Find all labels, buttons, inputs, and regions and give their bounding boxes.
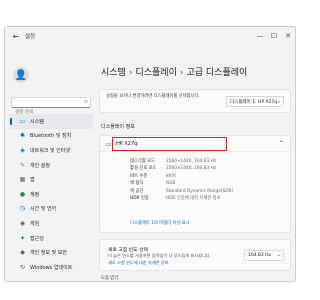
sidebar-item-label: 개인 정보 및 보안 <box>30 250 67 257</box>
sidebar-item[interactable]: ▭ 시스템 <box>9 114 93 129</box>
display-info-value: 2560×1440, 164.83 Hz <box>166 166 217 172</box>
maximize-button[interactable]: ☐ <box>267 27 281 45</box>
help-link[interactable]: 도움 받기 <box>101 275 118 281</box>
sidebar-item[interactable]: ✦ 접근성 <box>9 231 93 246</box>
display-info-value: 2560×1440, 164.83 Hz <box>166 159 217 164</box>
personalization-icon: ✎ <box>19 161 26 169</box>
display-select-value: 디스플레이 1: HP X27q <box>230 99 278 105</box>
sidebar-item-label: 시간 및 언어 <box>30 206 57 213</box>
sidebar-item[interactable]: ◈ 네트워크 및 인터넷 <box>9 143 93 158</box>
photo-frame: ← 설정 — ☐ ✕ 👤 ⌕ ▭ 시스템 ✱ Bluetooth 및 장치 ◈ 네트워크 … <box>0 0 300 300</box>
refresh-rate-title: 새로 고침 빈도 선택 <box>108 248 148 253</box>
sidebar-item[interactable]: ✱ Bluetooth 및 장치 <box>9 129 93 144</box>
display-info-row: 비트 수준 8비트 <box>130 173 233 180</box>
red-highlight-box <box>112 137 227 151</box>
clock-icon: ◷ <box>19 205 26 213</box>
display-info-row: 활성 신호 모드 2560×1440, 164.83 Hz <box>130 165 233 172</box>
accessibility-icon: ✦ <box>19 234 26 242</box>
window-controls: — ☐ ✕ <box>253 27 295 45</box>
sidebar-item[interactable]: ◉ 게임 <box>9 216 93 231</box>
display-info-key: 데스크톱 모드 <box>130 159 156 164</box>
refresh-rate-info-link[interactable]: 새로 고침 빈도에 대한 자세한 정보 <box>108 260 169 266</box>
display-info-key: 비트 수준 <box>130 173 148 179</box>
gamepad-icon: ◉ <box>19 219 26 227</box>
sidebar-item-label: 네트워크 및 인터넷 <box>30 147 70 154</box>
sidebar-item-label: 시스템 <box>30 118 44 125</box>
breadcrumb-separator: › <box>128 68 133 78</box>
settings-window: ← 설정 — ☐ ✕ 👤 ⌕ ▭ 시스템 ✱ Bluetooth 및 장치 ◈ 네트워크 … <box>4 26 296 282</box>
sidebar-item[interactable]: ◷ 시간 및 언어 <box>9 202 93 217</box>
monitor-icon: ▭ <box>106 141 112 148</box>
display-info-row: 색 공간 Standard Dynamic Range(SDR) <box>130 188 233 195</box>
display-select-prompt: 설정을 보거나 변경하려면 디스플레이를 선택합니다. <box>106 94 200 99</box>
display-info-key: 활성 신호 모드 <box>130 166 157 172</box>
display-info-card: ▭ HP X27q ⌃ 데스크톱 모드 2560×1440, 164.83 Hz 활… <box>99 135 291 233</box>
main-content: 시스템 › 디스플레이 › 고급 디스플레이 설정을 보거나 변경하려면 디스플레이를 … <box>99 45 295 281</box>
sidebar-item-label: Bluetooth 및 장치 <box>30 133 72 140</box>
sidebar-item-label: 접근성 <box>30 235 44 242</box>
sidebar-item-label: Windows 업데이트 <box>30 264 73 271</box>
display-info-row: 색 형식 RGB <box>130 180 233 187</box>
display-info-value: RGB <box>166 181 176 187</box>
display-select-card: 설정을 보거나 변경하려면 디스플레이를 선택합니다. 디스플레이 1: HP … <box>99 89 291 113</box>
back-button[interactable]: ← <box>9 29 23 43</box>
breadcrumb-separator: › <box>179 68 184 78</box>
breadcrumb-display[interactable]: 디스플레이 <box>135 68 176 78</box>
sidebar-item[interactable]: ▦ 앱 <box>9 172 93 187</box>
display-info-key: 색 형식 <box>130 181 144 187</box>
search-box[interactable]: ⌕ <box>11 97 91 117</box>
sidebar-item-label: 앱 <box>30 177 35 184</box>
refresh-rate-select[interactable]: 164.83 Hz ⌄ <box>244 250 284 261</box>
display-info-header[interactable]: ▭ HP X27q ⌃ <box>100 136 290 152</box>
sidebar-nav: ▭ 시스템 ✱ Bluetooth 및 장치 ◈ 네트워크 및 인터넷 ✎ 개인 설정 ▦ 앱 ● 계… <box>9 114 93 275</box>
app-title: 설정 <box>25 34 36 40</box>
shield-icon: ◆ <box>20 249 25 257</box>
chevron-down-icon: ⌄ <box>276 252 281 258</box>
refresh-rate-description: 더 높은 빈도를 사용하면 움직임이 더 부드럽게 표시됩니다. <box>108 253 212 258</box>
bluetooth-icon: ✱ <box>19 132 26 140</box>
breadcrumb: 시스템 › 디스플레이 › 고급 디스플레이 <box>101 65 247 78</box>
sidebar: 👤 ⌕ ▭ 시스템 ✱ Bluetooth 및 장치 ◈ 네트워크 및 인터넷 ✎ 개인 설정… <box>5 45 95 281</box>
close-button[interactable]: ✕ <box>281 27 295 45</box>
minimize-button[interactable]: — <box>253 27 267 45</box>
account-icon: ● <box>19 190 26 198</box>
search-icon: ⌕ <box>84 98 88 105</box>
update-icon: ↻ <box>19 263 26 271</box>
display-info-key: HDR 인증 <box>130 195 149 201</box>
display-select[interactable]: 디스플레이 1: HP X27q ⌄ <box>226 96 284 107</box>
chevron-up-icon[interactable]: ⌃ <box>279 140 284 147</box>
sidebar-item-label: 게임 <box>30 220 40 227</box>
sidebar-item[interactable]: ● 계정 <box>9 187 93 202</box>
refresh-rate-value: 164.83 Hz <box>248 253 271 258</box>
adapter-properties-link[interactable]: 디스플레이 1의 어댑터 속성 표시 <box>130 220 190 226</box>
sidebar-item[interactable]: ↻ Windows 업데이트 <box>9 260 93 275</box>
section-label: 디스플레이 정보 <box>101 124 135 130</box>
sidebar-item[interactable]: ◆ 개인 정보 및 보안 <box>9 245 93 260</box>
page-title: 고급 디스플레이 <box>186 68 248 78</box>
network-icon: ◈ <box>20 146 25 154</box>
apps-icon: ▦ <box>19 176 26 184</box>
display-info-row: 데스크톱 모드 2560×1440, 164.83 Hz <box>130 158 233 165</box>
avatar[interactable]: 👤 <box>13 67 29 83</box>
sidebar-item-label: 계정 <box>30 191 40 198</box>
sidebar-item[interactable]: ✎ 개인 설정 <box>9 158 93 173</box>
sidebar-item-label: 개인 설정 <box>30 162 50 169</box>
display-info-value: HDR 인증에 대한 자세한 정보 <box>166 195 221 201</box>
display-info-value: 8비트 <box>166 173 177 179</box>
refresh-rate-card: 새로 고침 빈도 선택 더 높은 빈도를 사용하면 움직임이 더 부드럽게 표시… <box>99 239 291 271</box>
breadcrumb-system[interactable]: 시스템 <box>101 68 126 78</box>
monitor-icon: ▭ <box>19 117 26 125</box>
title-bar: ← 설정 — ☐ ✕ <box>5 27 295 45</box>
display-info-key: 색 공간 <box>130 188 144 194</box>
display-info-rows: 데스크톱 모드 2560×1440, 164.83 Hz 활성 신호 모드 2560×… <box>130 158 233 202</box>
display-info-value: Standard Dynamic Range(SDR) <box>166 188 234 194</box>
display-info-row: HDR 인증 HDR 인증에 대한 자세한 정보 <box>130 195 233 202</box>
chevron-down-icon: ⌄ <box>276 98 281 104</box>
